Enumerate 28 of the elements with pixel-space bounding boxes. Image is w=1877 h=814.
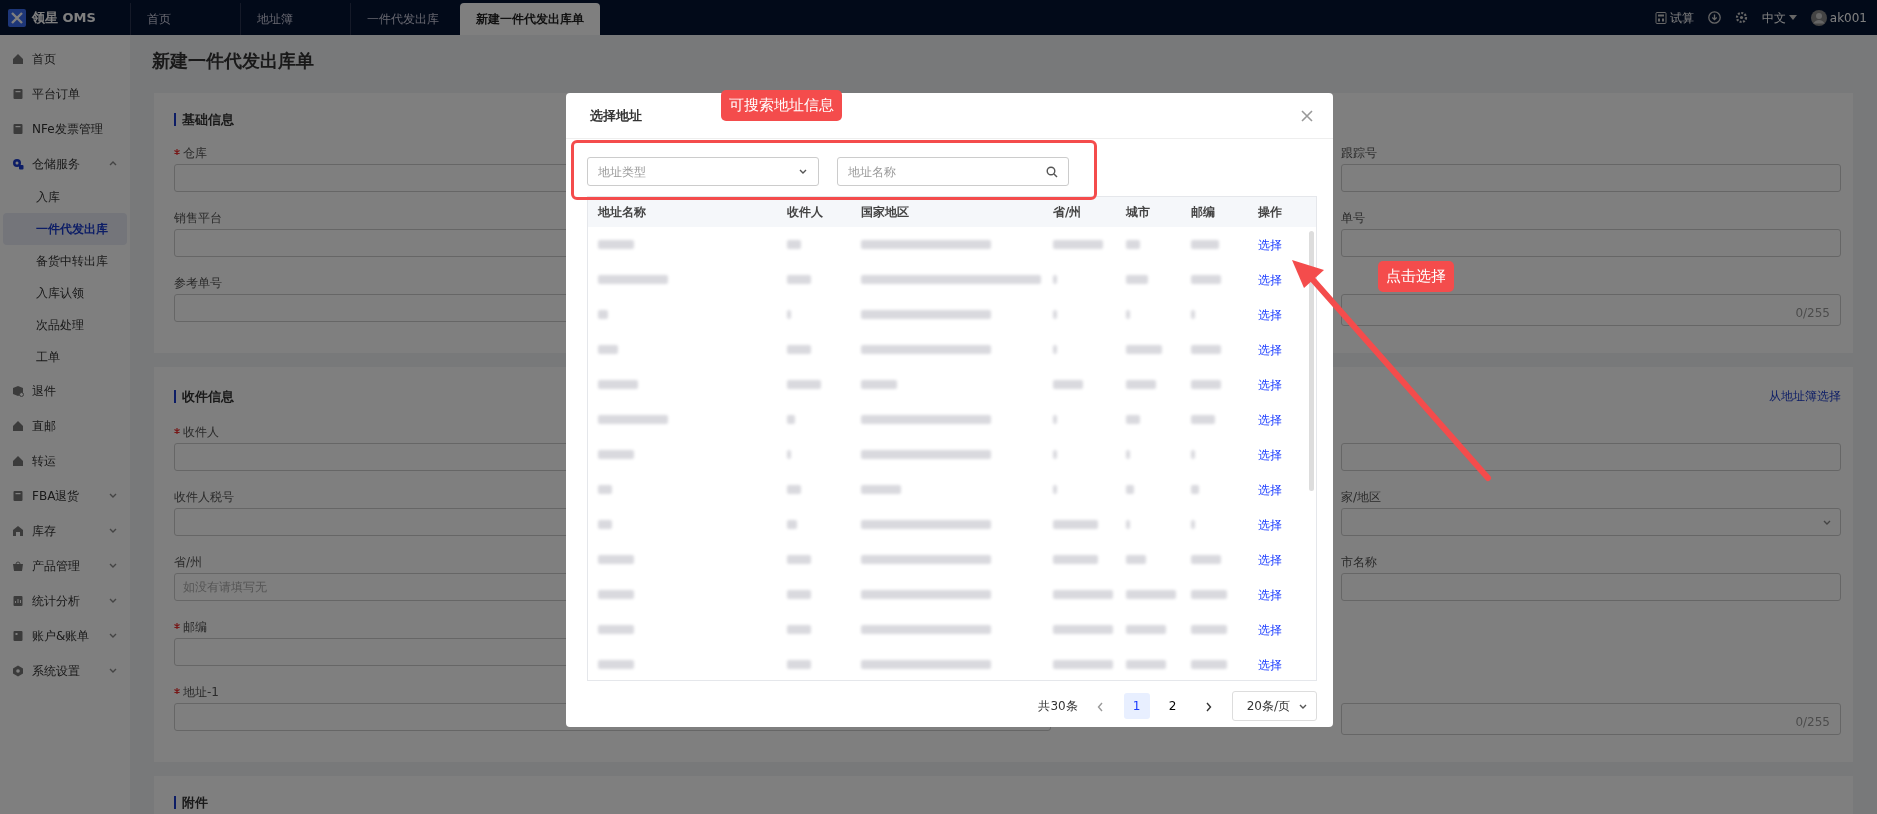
logo-text: 领星 OMS bbox=[32, 8, 96, 27]
field-label: 地址-1 bbox=[183, 685, 219, 699]
column-header: 邮编 bbox=[1190, 204, 1216, 221]
field-label: 收件人税号 bbox=[174, 490, 234, 504]
field-label: 邮编 bbox=[183, 620, 207, 634]
section-title: 基础信息 bbox=[174, 113, 234, 126]
field-label: 仓库 bbox=[183, 146, 207, 160]
field-label: 收件人 bbox=[183, 425, 219, 439]
column-header: 省/州 bbox=[1052, 204, 1083, 221]
field-label: 市名称 bbox=[1341, 555, 1377, 569]
field-label: 销售平台 bbox=[174, 211, 222, 225]
column-header: 操作 bbox=[1257, 204, 1283, 221]
field-label: 跟踪号 bbox=[1341, 146, 1377, 160]
field-label: 参考单号 bbox=[174, 276, 222, 290]
page-title: 新建一件代发出库单 bbox=[151, 48, 315, 73]
field-label: 省/州 bbox=[174, 555, 203, 569]
callout-label: 点击选择 bbox=[1378, 261, 1454, 292]
total-count: 共30条 bbox=[1038, 698, 1078, 715]
section-title: 附件 bbox=[174, 796, 208, 809]
column-header: 国家地区 bbox=[860, 204, 910, 221]
column-header: 地址名称 bbox=[596, 204, 647, 221]
callout-label: 可搜索地址信息 bbox=[721, 90, 842, 121]
field-label: 家/地区 bbox=[1341, 490, 1382, 504]
column-header: 城市 bbox=[1124, 204, 1151, 221]
section-title: 收件信息 bbox=[174, 389, 234, 403]
column-header: 收件人 bbox=[786, 204, 824, 221]
field-label: 单号 bbox=[1341, 211, 1365, 225]
dialog-title: 选择地址 bbox=[590, 106, 642, 125]
